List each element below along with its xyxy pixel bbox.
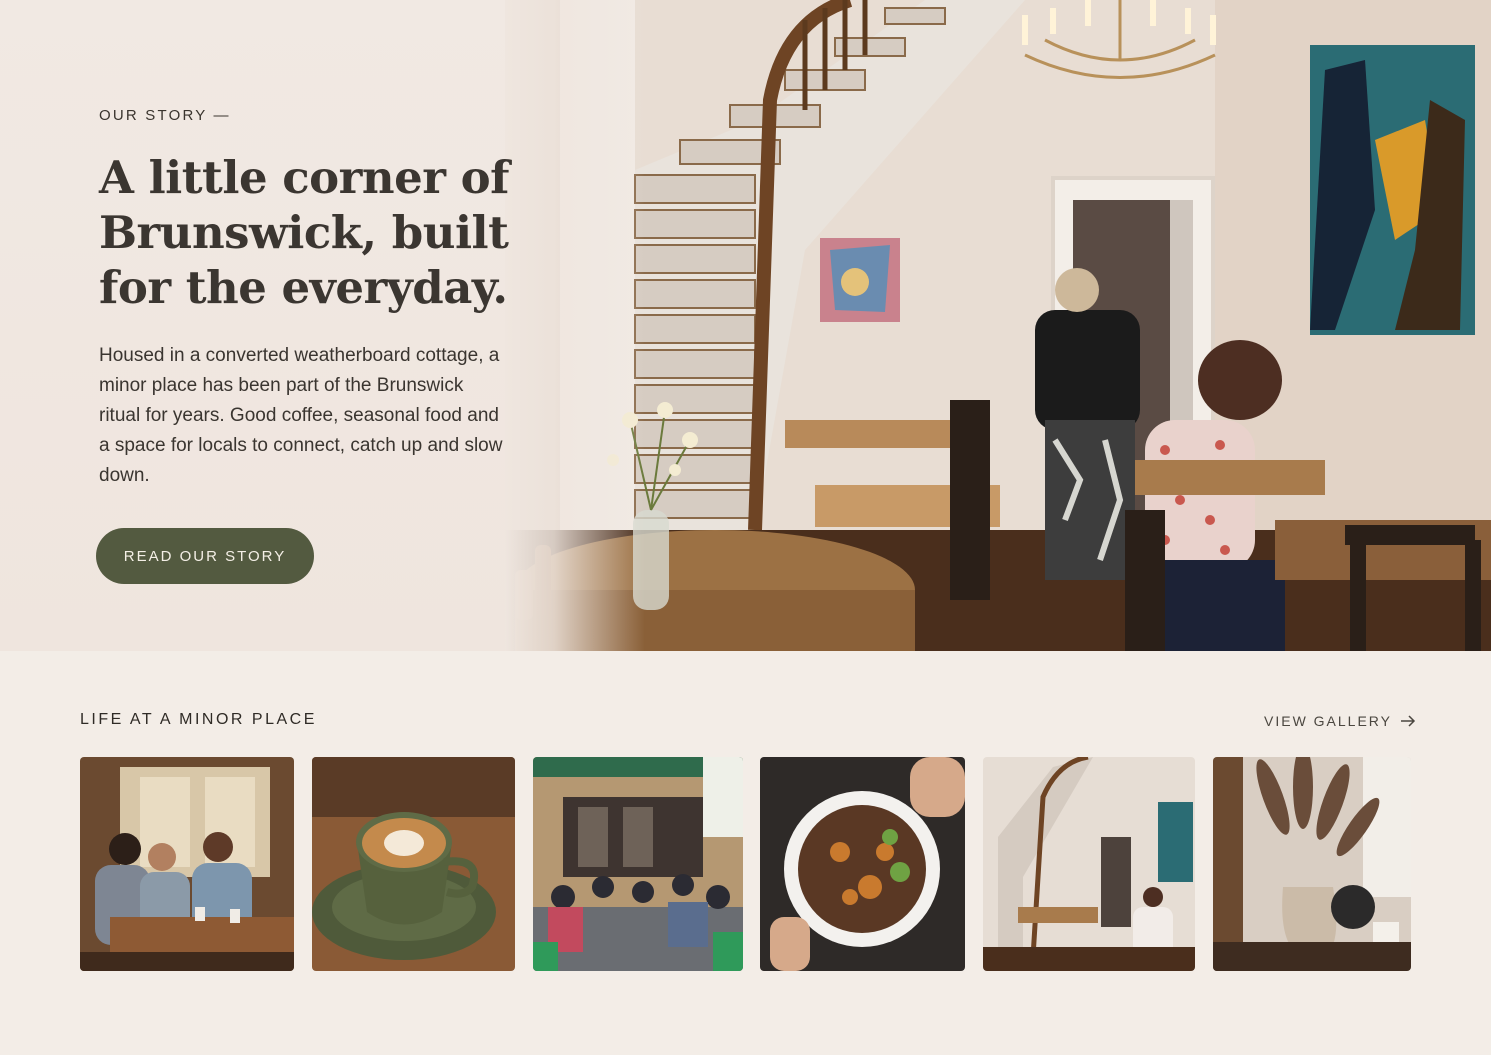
gallery-photo-food-bowl[interactable] [760,757,965,971]
page: OUR STORY — A little corner of Brunswick… [0,0,1491,1055]
hero-section: OUR STORY — A little corner of Brunswick… [0,0,1491,651]
arrow-right-icon [1401,715,1416,727]
view-gallery-label: VIEW GALLERY [1264,713,1393,729]
read-our-story-button[interactable]: READ OUR STORY [96,528,314,584]
view-gallery-link[interactable]: VIEW GALLERY [1264,711,1416,731]
hero-eyebrow: OUR STORY — [99,107,231,124]
hero-photo-fade [505,0,645,651]
gallery-title: LIFE AT A MINOR PLACE [80,711,317,728]
hero-intro-text: Housed in a converted weatherboard cotta… [99,345,503,486]
gallery-photo-interior[interactable] [983,757,1195,971]
gallery-photo-friends[interactable] [80,757,294,971]
hero-cafe-interior-photo [505,0,1491,651]
hero-headline: A little corner of Brunswick, built for … [99,151,509,314]
gallery-photo-dried-flowers[interactable] [1213,757,1411,971]
gallery-photo-latte[interactable] [312,757,515,971]
gallery-photo-outdoor-seating[interactable] [533,757,743,971]
